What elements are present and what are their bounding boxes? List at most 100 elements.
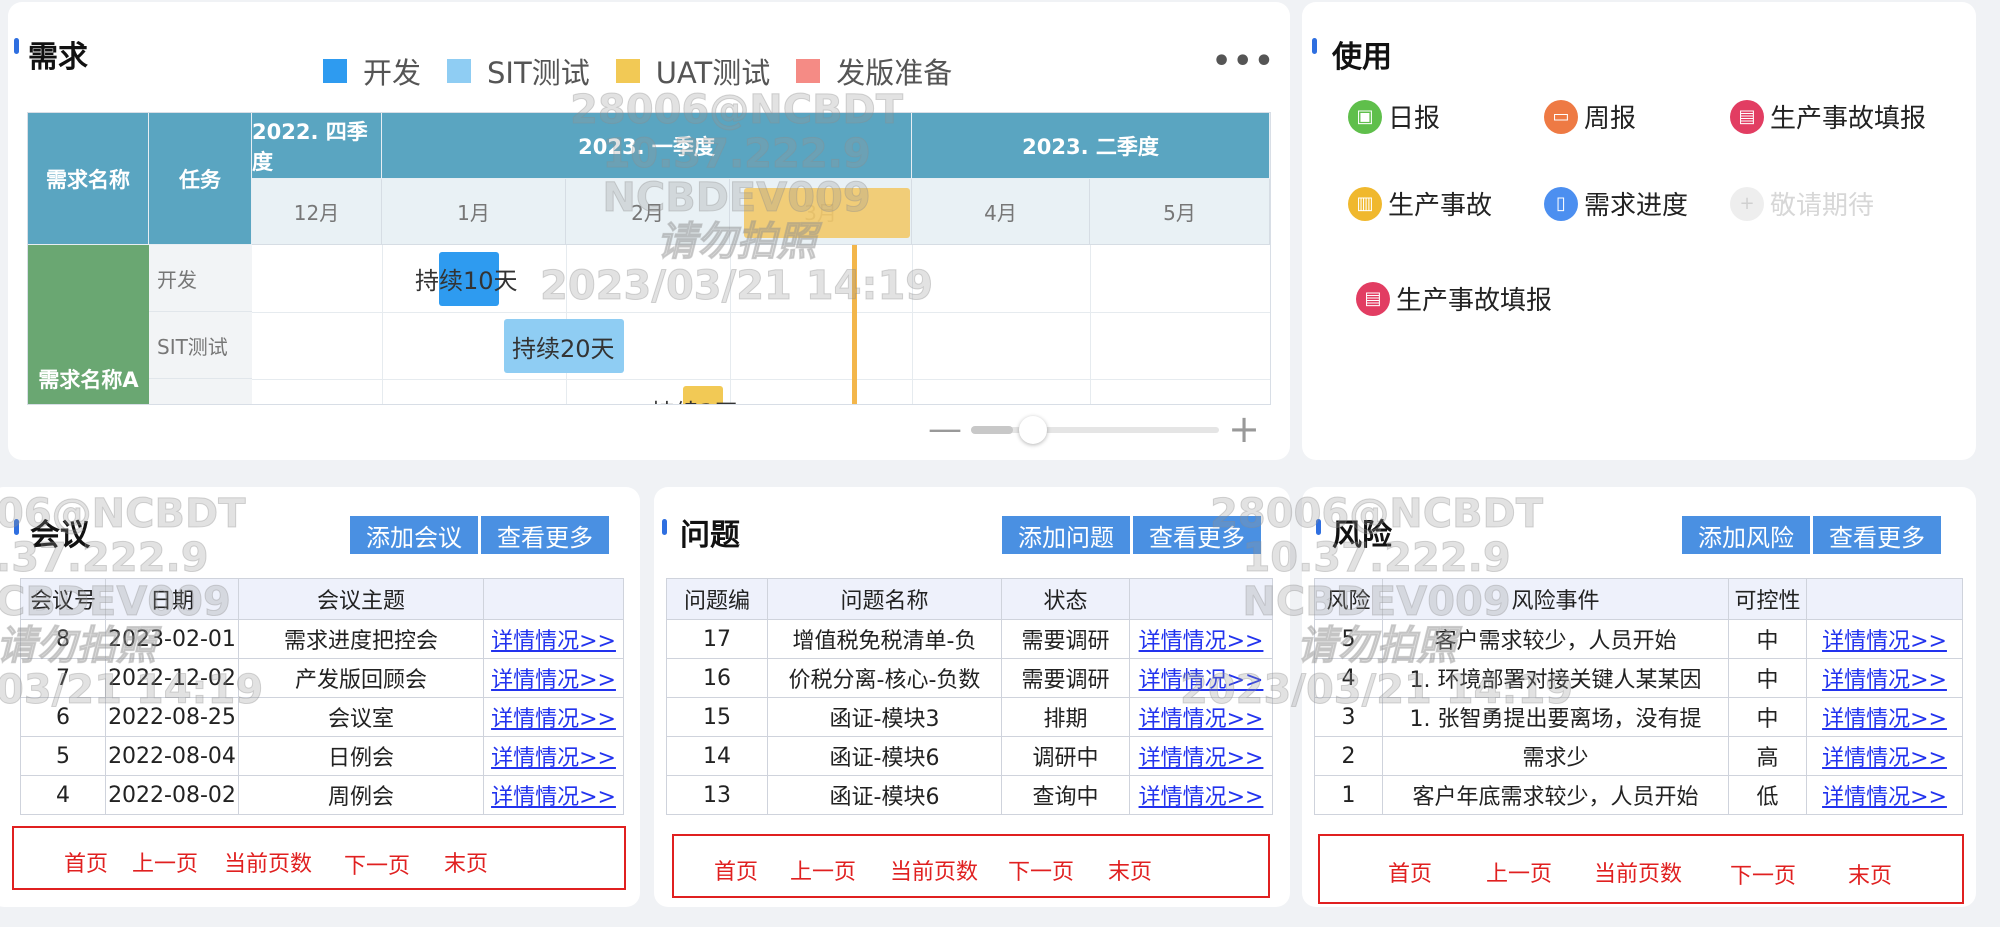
- detail-link[interactable]: 详情情况>>: [1129, 658, 1273, 698]
- table-row: 4 2022-08-02 周例会 详情情况>>: [20, 775, 624, 815]
- gantt-bar-label: 持续20天: [512, 335, 615, 363]
- legend-item-uat[interactable]: UAT测试: [615, 50, 770, 92]
- meeting-table: 会议号 日期 会议主题 8 2023-02-01 需求进度把控会 详情情况>> 7 20…: [20, 578, 624, 815]
- more-issue-button[interactable]: 查看更多: [1133, 516, 1261, 554]
- pager-last[interactable]: 末页: [1848, 858, 1892, 890]
- usage-item-incident-report-2[interactable]: ▤ 生产事故填报: [1356, 280, 1552, 317]
- table-row: 7 2022-12-02 产发版回顾会 详情情况>>: [20, 658, 624, 698]
- grid-line: [252, 312, 1270, 313]
- legend-swatch: [796, 59, 821, 83]
- title-marker: [14, 38, 19, 54]
- col-header: [1806, 578, 1963, 620]
- table-row: 8 2023-02-01 需求进度把控会 详情情况>>: [20, 619, 624, 659]
- pager-last[interactable]: 末页: [1108, 854, 1152, 886]
- gantt-col-task: 任务: [149, 113, 252, 245]
- zoom-handle[interactable]: [1019, 416, 1048, 444]
- gantt-month: 5月: [1090, 179, 1270, 245]
- gantt-chart[interactable]: 需求名称 任务 2022. 四季度 2023. 一季度 2023. 二季度 12…: [27, 112, 1271, 405]
- detail-link[interactable]: 详情情况>>: [1806, 775, 1963, 815]
- report-icon: ▭: [1544, 99, 1578, 134]
- pager-first[interactable]: 首页: [714, 854, 758, 886]
- title-marker: [662, 519, 667, 535]
- pager-current: 当前页数: [224, 852, 313, 877]
- today-line: [852, 245, 857, 404]
- table-row: 1 客户年底需求较少，人员开始低详情情况>>: [1314, 775, 1963, 815]
- pager-last[interactable]: 末页: [444, 846, 488, 878]
- table-row: 5 客户需求较少，人员开始中详情情况>>: [1314, 619, 1963, 659]
- add-risk-button[interactable]: 添加风险: [1682, 516, 1810, 554]
- pager-prev[interactable]: 上一页: [132, 846, 198, 878]
- table-row: 14 函证-模块6 调研中 详情情况>>: [666, 736, 1273, 776]
- demand-title: 需求: [28, 40, 88, 75]
- col-header: [1129, 578, 1273, 620]
- more-risk-button[interactable]: 查看更多: [1813, 516, 1941, 554]
- usage-item-demand-progress[interactable]: ▯ 需求进度: [1544, 185, 1688, 222]
- usage-item-weekly-report[interactable]: ▭ 周报: [1544, 98, 1636, 135]
- zoom-in-button[interactable]: +: [1228, 407, 1260, 451]
- current-month-highlight: [744, 188, 910, 238]
- plus-icon: +: [1730, 186, 1764, 221]
- table-row: 3 1. 张智勇提出要离场，没有提中详情情况>>: [1314, 697, 1963, 737]
- pager-next[interactable]: 下一页: [1730, 858, 1796, 890]
- grid-line: [1090, 245, 1091, 404]
- grid-line: [730, 245, 731, 404]
- gantt-legend: 开发 SIT测试 UAT测试 发版准备: [323, 50, 978, 92]
- pager-first[interactable]: 首页: [1388, 856, 1432, 888]
- col-header: 问题编: [666, 578, 768, 620]
- zoom-out-button[interactable]: —: [928, 409, 962, 449]
- detail-link[interactable]: 详情情况>>: [1806, 697, 1963, 737]
- issue-pager: 首页 上一页 当前页数 下一页 末页: [672, 834, 1270, 898]
- incident-icon: ▥: [1348, 186, 1382, 221]
- col-header: 风险事件: [1382, 578, 1729, 620]
- add-meeting-button[interactable]: 添加会议: [350, 516, 478, 554]
- legend-item-sit[interactable]: SIT测试: [447, 50, 590, 92]
- gantt-task: 开发: [149, 245, 252, 312]
- col-header: 状态: [1001, 578, 1130, 620]
- issue-table: 问题编 问题名称 状态 17 增值税免税清单-负 需要调研 详情情况>> 16 价税分离…: [666, 578, 1273, 815]
- detail-link[interactable]: 详情情况>>: [1129, 775, 1273, 815]
- pager-prev[interactable]: 上一页: [790, 854, 856, 886]
- detail-link[interactable]: 详情情况>>: [483, 658, 624, 698]
- risk-pager: 首页 上一页 当前页数 下一页 末页: [1318, 834, 1964, 904]
- add-issue-button[interactable]: 添加问题: [1002, 516, 1130, 554]
- table-row: 16 价税分离-核心-负数 需要调研 详情情况>>: [666, 658, 1273, 698]
- more-options-button[interactable]: •••: [1212, 44, 1276, 79]
- table-row: 17 增值税免税清单-负 需要调研 详情情况>>: [666, 619, 1273, 659]
- detail-link[interactable]: 详情情况>>: [1129, 697, 1273, 737]
- zoom-slider[interactable]: — +: [928, 407, 1260, 451]
- legend-item-release[interactable]: 发版准备: [796, 50, 952, 92]
- table-row: 15 函证-模块3 排期 详情情况>>: [666, 697, 1273, 737]
- usage-item-incident[interactable]: ▥ 生产事故: [1348, 185, 1492, 222]
- title-marker: [14, 519, 19, 535]
- col-header: 会议号: [20, 578, 106, 620]
- detail-link[interactable]: 详情情况>>: [483, 775, 624, 815]
- detail-link[interactable]: 详情情况>>: [483, 736, 624, 776]
- grid-line: [912, 245, 913, 404]
- pager-next[interactable]: 下一页: [344, 848, 410, 880]
- title-marker: [1312, 38, 1317, 54]
- detail-link[interactable]: 详情情况>>: [1806, 619, 1963, 659]
- more-meeting-button[interactable]: 查看更多: [481, 516, 609, 554]
- form-icon: ▤: [1356, 281, 1390, 316]
- detail-link[interactable]: 详情情况>>: [1806, 736, 1963, 776]
- detail-link[interactable]: 详情情况>>: [483, 619, 624, 659]
- gantt-task: UAT测试: [149, 379, 252, 404]
- detail-link[interactable]: 详情情况>>: [1129, 736, 1273, 776]
- detail-link[interactable]: 详情情况>>: [1129, 619, 1273, 659]
- gantt-quarter: 2022. 四季度: [252, 113, 382, 179]
- pager-first[interactable]: 首页: [64, 846, 108, 878]
- meeting-pager: 首页 上一页 当前页数 下一页 末页: [12, 826, 626, 890]
- pager-next[interactable]: 下一页: [1008, 854, 1074, 886]
- table-header-row: 会议号 日期 会议主题: [20, 578, 624, 620]
- gantt-bar-label: 持续10天: [415, 267, 518, 295]
- col-header: 可控性: [1728, 578, 1807, 620]
- detail-link[interactable]: 详情情况>>: [1806, 658, 1963, 698]
- usage-item-daily-report[interactable]: ▣ 日报: [1348, 98, 1440, 135]
- pager-prev[interactable]: 上一页: [1486, 856, 1552, 888]
- table-row: 6 2022-08-25 会议室 详情情况>>: [20, 697, 624, 737]
- gantt-task: SIT测试: [149, 312, 252, 379]
- detail-link[interactable]: 详情情况>>: [483, 697, 624, 737]
- legend-item-dev[interactable]: 开发: [323, 50, 421, 92]
- col-header: 会议主题: [238, 578, 484, 620]
- usage-item-incident-report[interactable]: ▤ 生产事故填报: [1730, 98, 1926, 135]
